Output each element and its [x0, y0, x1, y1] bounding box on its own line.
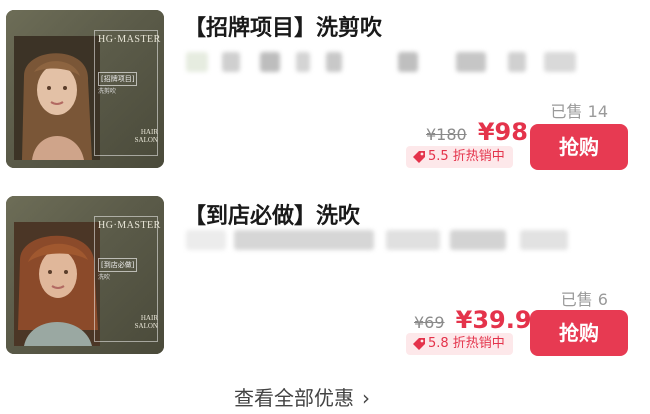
- image-tag-text: [到店必做]: [98, 258, 138, 272]
- blurred-tags: [186, 52, 576, 76]
- blurred-tag: [386, 230, 440, 250]
- deal-title[interactable]: 【招牌项目】洗剪吹: [184, 10, 382, 42]
- current-price: ¥39.9: [455, 306, 532, 334]
- discount-badge: 5.5 折热销中: [406, 146, 513, 168]
- blurred-tag: [186, 230, 226, 250]
- view-all-deals-link[interactable]: 查看全部优惠 ›: [234, 382, 370, 411]
- blurred-tag: [234, 230, 374, 250]
- service-image[interactable]: HG·MASTER [招牌项目] 洗剪吹 HAIR SALON: [6, 10, 164, 168]
- service-image[interactable]: HG·MASTER [到店必做] 洗吹 HAIR SALON: [6, 196, 164, 354]
- blurred-tag: [222, 52, 240, 72]
- current-price: ¥98: [477, 118, 528, 146]
- chevron-right-icon: ›: [362, 386, 370, 410]
- sold-count: 已售 14: [550, 102, 608, 121]
- view-all-label: 查看全部优惠: [234, 386, 354, 410]
- buy-button[interactable]: 抢购: [530, 310, 628, 356]
- image-sub-text: 洗吹: [98, 274, 111, 281]
- price-tag-icon: [413, 151, 425, 163]
- portrait-illustration: [14, 36, 100, 160]
- blurred-tag: [260, 52, 280, 72]
- blurred-tag: [450, 230, 506, 250]
- original-price: ¥69: [414, 313, 445, 332]
- sold-count: 已售 6: [560, 290, 608, 309]
- image-salon-text: HAIR SALON: [134, 128, 158, 144]
- blurred-tags: [186, 230, 576, 254]
- blurred-tag: [520, 230, 568, 250]
- original-price: ¥180: [426, 125, 467, 144]
- deal-card[interactable]: HG·MASTER [到店必做] 洗吹 HAIR SALON 【到店必做】洗吹 …: [0, 190, 650, 360]
- image-salon-text: HAIR SALON: [134, 314, 158, 330]
- deal-card[interactable]: HG·MASTER [招牌项目] 洗剪吹 HAIR SALON 【招牌项目】洗剪…: [0, 0, 650, 170]
- blurred-tag: [326, 52, 342, 72]
- image-brand-text: HG·MASTER: [98, 34, 161, 45]
- image-sub-text: 洗剪吹: [98, 88, 117, 95]
- blurred-tag: [544, 52, 576, 72]
- discount-badge: 5.8 折热销中: [406, 333, 513, 355]
- buy-button[interactable]: 抢购: [530, 124, 628, 170]
- blurred-tag: [398, 52, 418, 72]
- image-tag-text: [招牌项目]: [98, 72, 138, 86]
- blurred-tag: [186, 52, 208, 72]
- blurred-tag: [296, 52, 310, 72]
- discount-text: 5.5 折热销中: [428, 149, 505, 164]
- portrait-illustration: [14, 222, 100, 346]
- blurred-tag: [456, 52, 486, 72]
- deal-title[interactable]: 【到店必做】洗吹: [184, 198, 360, 230]
- discount-text: 5.8 折热销中: [428, 336, 505, 351]
- image-brand-text: HG·MASTER: [98, 220, 161, 231]
- price-tag-icon: [413, 338, 425, 350]
- blurred-tag: [508, 52, 526, 72]
